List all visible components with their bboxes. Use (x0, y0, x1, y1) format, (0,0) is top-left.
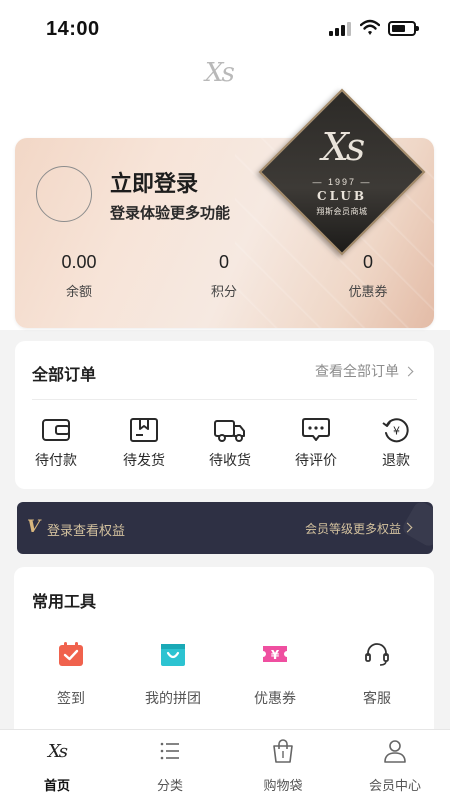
order-refund[interactable]: ¥ 退款 (361, 417, 431, 470)
vip-benefits-bar[interactable]: V 登录查看权益 会员等级更多权益 (17, 502, 433, 554)
tab-category[interactable]: 分类 (125, 738, 215, 794)
club-logo: Xs (321, 125, 366, 169)
order-label: 待收货 (209, 452, 251, 468)
group-bag-icon (161, 644, 185, 666)
tools-title: 常用工具 (32, 594, 97, 611)
comment-icon (302, 418, 330, 441)
svg-text:Xs: Xs (46, 741, 68, 762)
stat-label: 余额 (65, 284, 92, 299)
tab-label: 首页 (43, 778, 70, 793)
club-badge-text: Xs — 1997 — CLUB 翔斯会员商城 (283, 113, 401, 231)
list-icon (160, 742, 179, 760)
stat-value: 0 (362, 252, 373, 272)
stat-label: 积分 (210, 284, 237, 299)
vip-more-benefits-link[interactable]: 会员等级更多权益 (305, 520, 401, 537)
tool-coupons[interactable]: ¥ 优惠券 (230, 641, 320, 708)
stat-value: 0 (218, 252, 229, 272)
stat-points[interactable]: 0 积分 (164, 252, 284, 300)
chevron-right-icon (403, 366, 414, 377)
battery-icon (388, 21, 419, 36)
divider (32, 399, 417, 400)
view-all-orders-label: 查看全部订单 (315, 363, 399, 379)
orders-title: 全部订单 (32, 367, 97, 384)
svg-text:¥: ¥ (393, 425, 400, 438)
order-pending-payment[interactable]: 待付款 (21, 417, 91, 470)
tab-shopping-bag[interactable]: 购物袋 (238, 738, 328, 794)
order-label: 待付款 (35, 452, 77, 468)
status-bar: 14:00 (0, 0, 450, 56)
tab-home[interactable]: Xs 首页 (12, 738, 102, 794)
club-name: 翔斯会员商城 (316, 207, 368, 216)
tab-label: 购物袋 (263, 778, 303, 793)
wifi-icon (360, 19, 380, 35)
order-label: 待评价 (295, 452, 337, 468)
order-label: 待发货 (123, 452, 165, 468)
tool-label: 我的拼团 (145, 690, 201, 706)
vip-login-text: 登录查看权益 (47, 523, 126, 538)
order-pending-shipment[interactable]: 待发货 (109, 417, 179, 470)
tool-group-buy[interactable]: 我的拼团 (128, 641, 218, 708)
tool-label: 客服 (363, 690, 391, 706)
package-icon (130, 418, 158, 442)
headset-icon (365, 643, 389, 666)
login-title[interactable]: 立即登录 (110, 166, 198, 198)
order-label: 退款 (382, 452, 410, 468)
svg-text:¥: ¥ (271, 648, 280, 662)
view-all-orders-link[interactable]: 查看全部订单 (315, 361, 414, 381)
brand-logo: Xs (205, 58, 235, 88)
status-time: 14:00 (46, 18, 100, 40)
login-subtitle: 登录体验更多功能 (110, 205, 231, 222)
calendar-check-icon (59, 642, 83, 666)
tool-checkin[interactable]: 签到 (26, 641, 116, 708)
stat-label: 优惠券 (348, 284, 388, 299)
avatar[interactable] (36, 166, 92, 222)
refund-icon: ¥ (382, 418, 409, 443)
order-pending-receipt[interactable]: 待收货 (195, 417, 265, 470)
tab-label: 会员中心 (368, 778, 421, 793)
shopping-bag-icon (273, 739, 293, 763)
coupon-icon: ¥ (263, 646, 287, 662)
stat-coupons[interactable]: 0 优惠券 (308, 252, 428, 300)
tool-label: 签到 (57, 690, 85, 706)
tab-label: 分类 (156, 778, 183, 793)
user-icon (384, 740, 406, 763)
club-label: CLUB (317, 189, 367, 203)
tools-card: 常用工具 签到 我的拼团 ¥ 优惠券 客服 (14, 567, 434, 742)
tool-label: 优惠券 (254, 690, 296, 706)
stat-balance[interactable]: 0.00 余额 (19, 252, 139, 300)
tab-member-center[interactable]: 会员中心 (350, 738, 440, 794)
vip-icon: V (27, 517, 41, 537)
order-pending-review[interactable]: 待评价 (281, 417, 351, 470)
tool-customer-service[interactable]: 客服 (332, 641, 422, 708)
truck-icon (214, 420, 245, 442)
stat-value: 0.00 (61, 252, 97, 272)
orders-card: 全部订单 查看全部订单 待付款 待发货 待收货 待评价 ¥ 退款 (15, 341, 434, 489)
home-xs-icon: Xs (46, 741, 70, 762)
tab-bar: Xs 首页 分类 购物袋 会员中心 (0, 729, 450, 800)
signal-icon (329, 22, 351, 36)
club-year: — 1997 — (312, 177, 372, 187)
wallet-icon (42, 419, 70, 441)
